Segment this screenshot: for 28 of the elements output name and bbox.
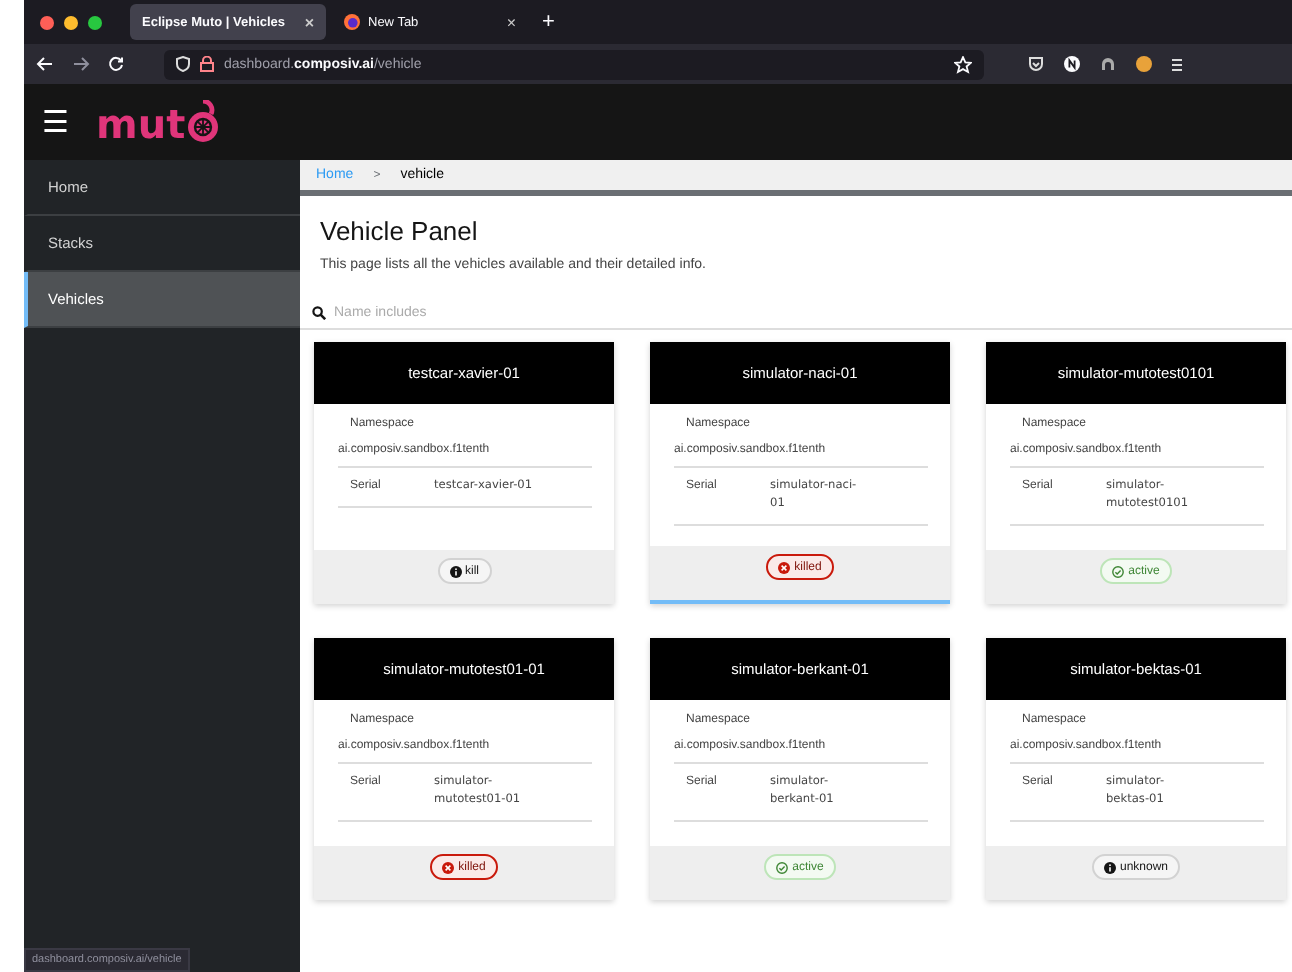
browser-logo-icon <box>344 14 360 30</box>
minimize-window-icon[interactable] <box>64 15 78 29</box>
menu-icon[interactable] <box>1172 57 1182 71</box>
info-icon <box>1103 861 1116 873</box>
shield-icon[interactable] <box>176 56 190 72</box>
close-tab-button[interactable]: × <box>506 13 516 31</box>
profile-icon[interactable] <box>1136 56 1152 72</box>
new-tab-button[interactable]: + <box>542 10 555 34</box>
error-icon <box>778 561 791 573</box>
check-circle-icon <box>776 861 789 873</box>
maximize-window-icon[interactable] <box>88 15 102 29</box>
reload-icon[interactable] <box>108 56 124 72</box>
back-icon[interactable] <box>36 56 54 72</box>
pocket-icon[interactable] <box>1028 56 1044 72</box>
error-icon <box>442 861 455 873</box>
check-circle-icon <box>1112 565 1125 577</box>
page-title: Vehicle Panel <box>318 214 480 246</box>
bookmark-star-icon[interactable] <box>954 55 972 73</box>
close-tab-button[interactable]: × <box>304 13 314 31</box>
info-icon <box>449 565 461 577</box>
app-logo: mut <box>96 100 220 144</box>
menu-button[interactable]: ☰ <box>42 107 68 137</box>
forward-icon[interactable] <box>72 56 90 72</box>
account-icon[interactable] <box>1064 56 1080 72</box>
search-icon <box>312 305 326 319</box>
lock-icon[interactable] <box>200 56 214 72</box>
close-window-icon[interactable] <box>40 15 54 29</box>
extension-icon[interactable] <box>1100 56 1116 72</box>
